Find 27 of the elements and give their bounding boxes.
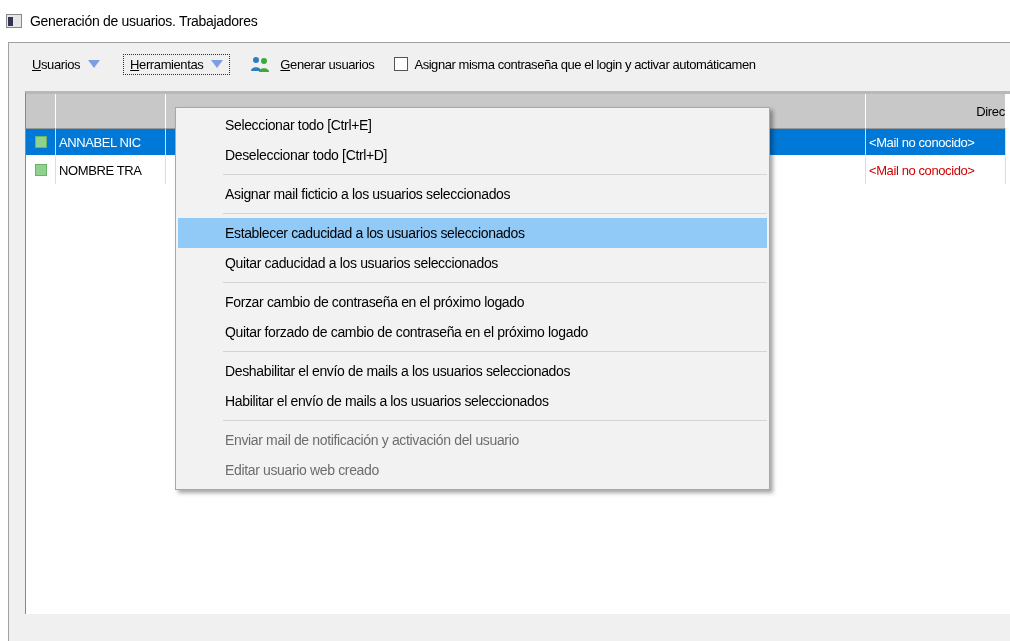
email-text: <Mail no conocido> [869, 134, 975, 150]
menu-item[interactable]: Quitar caducidad a los usuarios seleccionados [178, 248, 767, 278]
caret-icon [88, 60, 101, 68]
users-icon [250, 56, 271, 72]
status-square-icon [35, 136, 47, 148]
column-header: Direc [976, 103, 1005, 119]
menu-item[interactable]: Deseleccionar todo [Ctrl+D] [178, 140, 767, 170]
window-title: Generación de usuarios. Trabajadores [30, 13, 258, 29]
window-icon [6, 14, 22, 28]
menu-item[interactable]: Forzar cambio de contraseña en el próximo logado [178, 287, 767, 317]
menu-item[interactable]: Quitar forzado de cambio de contraseña en el próximo logado [178, 317, 767, 347]
menu-item[interactable]: Seleccionar todo [Ctrl+E] [178, 110, 767, 140]
menu-item[interactable]: Establecer caducidad a los usuarios seleccionados [178, 218, 767, 248]
email-text: <Mail no conocido> [869, 162, 975, 178]
menu-item[interactable]: Habilitar el envío de mails a los usuarios seleccionados [178, 386, 767, 416]
checkbox[interactable] [394, 57, 409, 71]
menu-item[interactable]: Asignar mail ficticio a los usuarios seleccionados [178, 179, 767, 209]
user-name: NOMBRE TRA [59, 162, 142, 178]
menu-item[interactable]: Deshabilitar el envío de mails a los usuarios seleccionados [178, 356, 767, 386]
row-indicator-cell[interactable] [26, 129, 56, 157]
checkbox-label: Asignar misma contraseña que el login y activar automáticamen [414, 56, 756, 72]
user-name: ANNABEL NIC [59, 134, 141, 150]
toolbar-menu-button[interactable]: Usuarios [25, 53, 108, 75]
caret-icon [211, 60, 224, 68]
status-square-icon [35, 164, 47, 176]
toolbar-menu-button[interactable]: Herramientas [123, 53, 231, 75]
generate-users-button[interactable]: Generar usuarios [246, 54, 379, 74]
